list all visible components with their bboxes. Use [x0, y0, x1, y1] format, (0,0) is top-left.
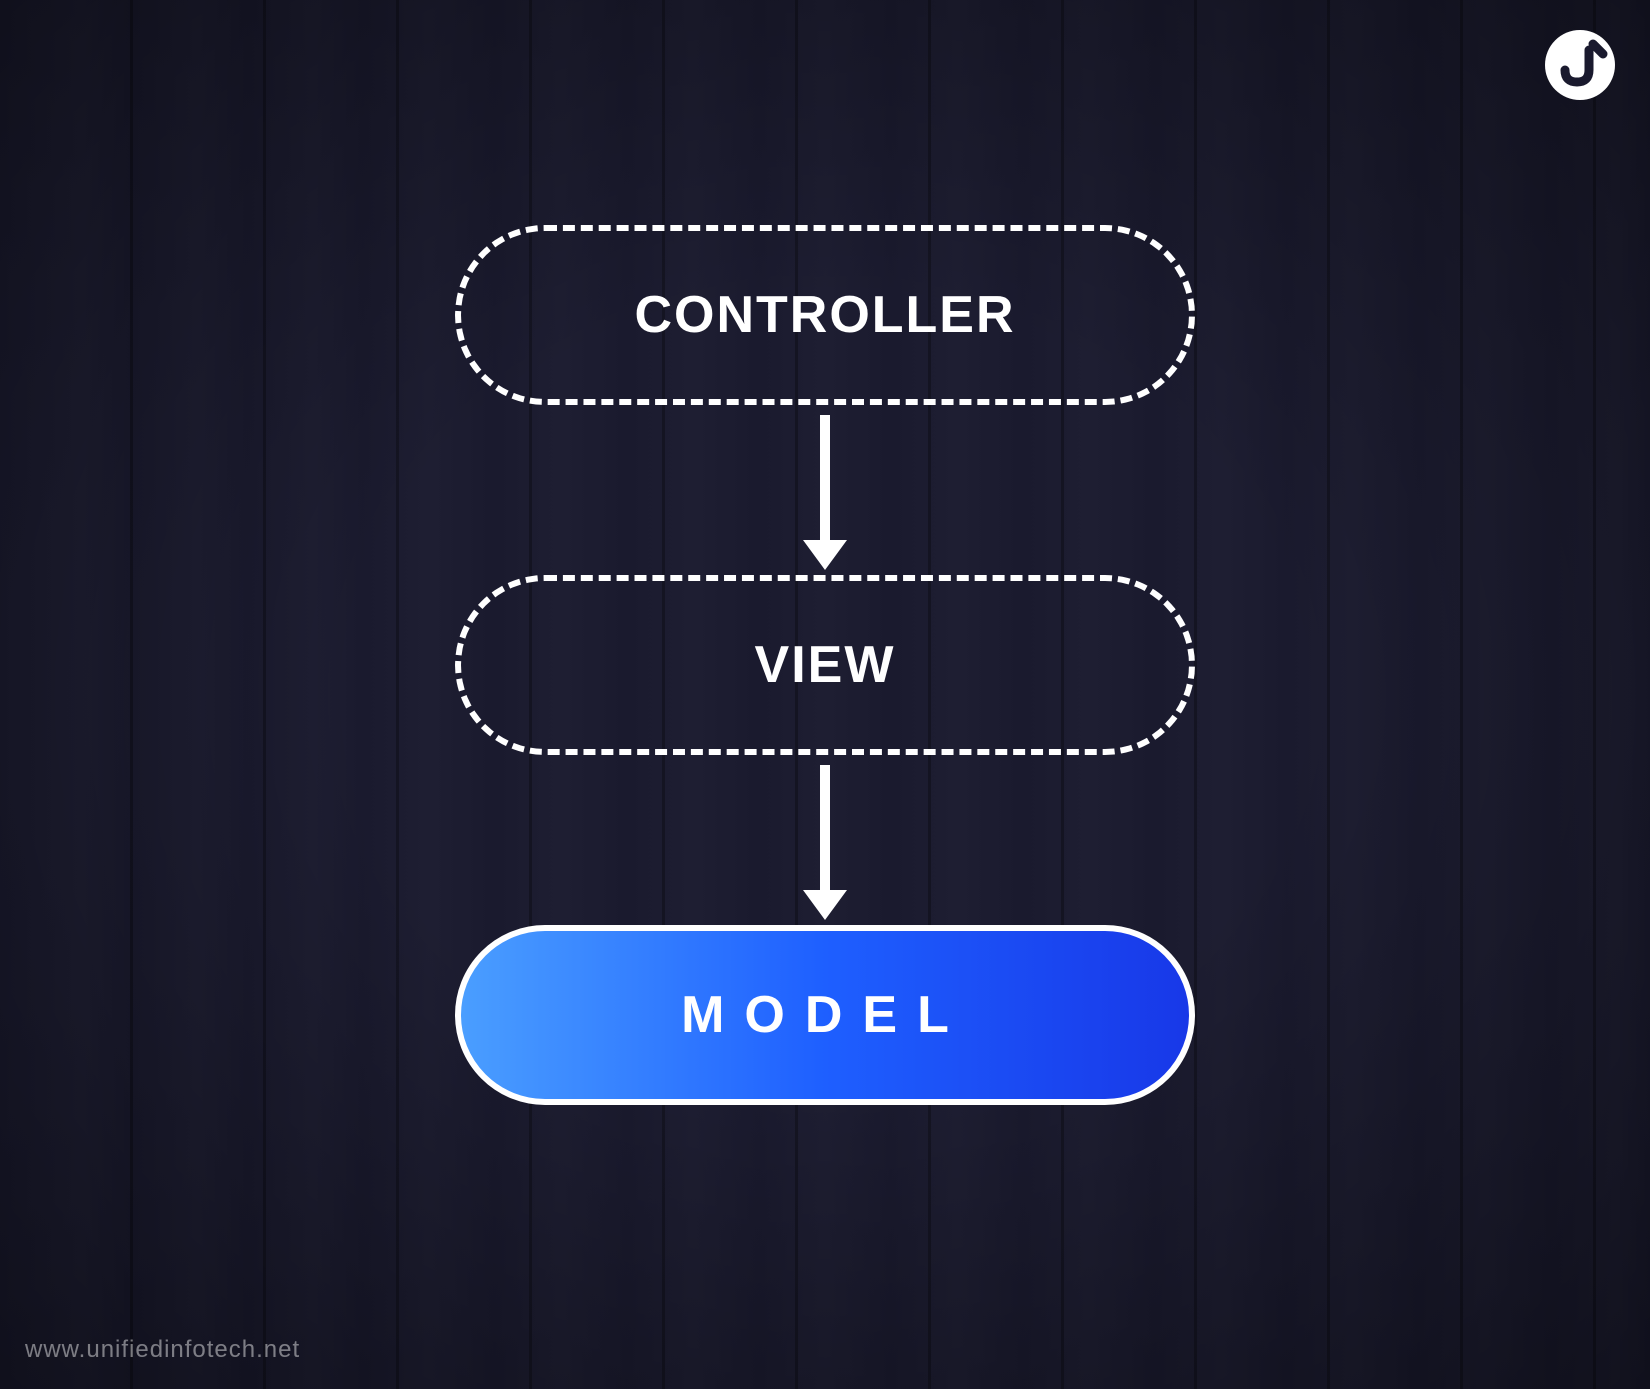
mvc-diagram: CONTROLLER VIEW MODEL — [455, 225, 1195, 1105]
view-label: VIEW — [755, 635, 896, 695]
controller-label: CONTROLLER — [634, 285, 1015, 345]
controller-node: CONTROLLER — [455, 225, 1195, 405]
brand-logo-icon — [1545, 30, 1615, 100]
model-label: MODEL — [681, 985, 969, 1045]
arrow-controller-to-view — [803, 415, 847, 570]
arrow-view-to-model — [803, 765, 847, 920]
view-node: VIEW — [455, 575, 1195, 755]
arrow-head-icon — [803, 890, 847, 920]
model-node: MODEL — [455, 925, 1195, 1105]
arrow-line — [820, 765, 830, 890]
arrow-line — [820, 415, 830, 540]
footer-url: www.unifiedinfotech.net — [25, 1336, 300, 1364]
arrow-head-icon — [803, 540, 847, 570]
